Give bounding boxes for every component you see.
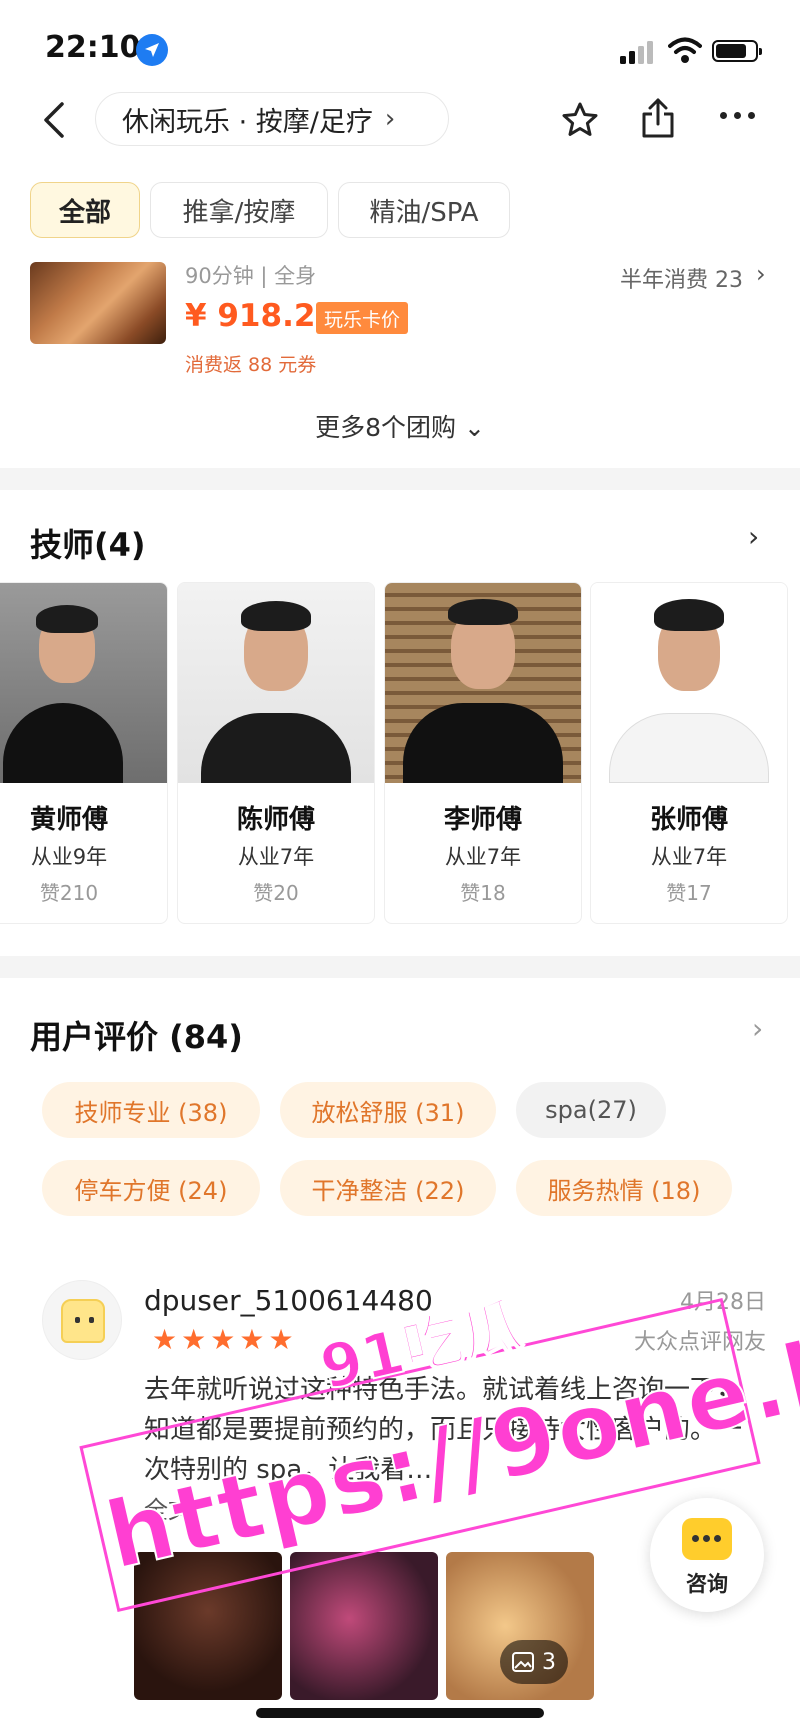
star-icon: ★ [268, 1323, 294, 1356]
chevron-right-icon[interactable]: › [752, 1012, 763, 1045]
technician-photo [178, 583, 374, 783]
share-button[interactable] [640, 96, 676, 144]
star-icon: ★ [210, 1323, 236, 1356]
technicians-title: 技师(4) [30, 526, 146, 564]
full-text-link[interactable]: 全文 [144, 1490, 192, 1525]
star-icon: ★ [239, 1323, 265, 1356]
review-photo[interactable] [290, 1552, 438, 1700]
consult-label: 咨询 [686, 1572, 728, 1596]
deal-price: ¥ 918.2 [185, 298, 316, 334]
technician-photo [0, 583, 167, 783]
star-icon: ★ [152, 1323, 178, 1356]
review-tag[interactable]: 干净整洁 (22) [280, 1160, 496, 1216]
technician-experience: 从业7年 [444, 845, 522, 869]
more-deals-button[interactable]: 更多8个团购 ⌄ [0, 408, 800, 444]
technician-card[interactable]: 张师傅 从业7年 赞17 [590, 582, 788, 924]
technician-photo [385, 583, 581, 783]
technician-likes: 赞17 [666, 881, 712, 905]
category-breadcrumb[interactable]: 休闲玩乐 · 按摩/足疗 › [95, 92, 449, 146]
review-tag[interactable]: 服务热情 (18) [516, 1160, 732, 1216]
photo-count-badge: 3 [500, 1640, 568, 1684]
location-icon [136, 34, 168, 66]
price-badge: 玩乐卡价 [316, 302, 409, 334]
battery-icon [712, 40, 762, 62]
section-divider [0, 468, 800, 490]
technician-name: 张师傅 [649, 805, 728, 835]
tab-spa[interactable]: 精油/SPA [338, 182, 510, 238]
breadcrumb-text: 休闲玩乐 · 按摩/足疗 [122, 106, 373, 138]
screen: { "status_bar": { "time": "22:10" }, "na… [0, 0, 800, 1733]
section-divider [0, 956, 800, 978]
deal-consumption-count: 半年消费 23 [620, 268, 743, 293]
tab-massage[interactable]: 推拿/按摩 [150, 182, 328, 238]
technician-name: 黄师傅 [29, 805, 108, 835]
chevron-right-icon[interactable]: › [748, 520, 759, 553]
chevron-left-icon [44, 102, 64, 138]
technician-card[interactable]: 陈师傅 从业7年 赞20 [177, 582, 375, 924]
review-source: 大众点评网友 [633, 1330, 766, 1355]
technician-name: 李师傅 [443, 805, 522, 835]
technician-photo [591, 583, 787, 783]
chat-bubble-icon [682, 1518, 732, 1560]
technician-experience: 从业9年 [30, 845, 108, 869]
review-tag[interactable]: 放松舒服 (31) [280, 1082, 496, 1138]
wifi-icon [668, 36, 702, 68]
reviews-title: 用户评价 (84) [30, 1018, 243, 1056]
technician-card[interactable]: 黄师傅 从业9年 赞210 [0, 582, 168, 924]
star-icon: ★ [181, 1323, 207, 1356]
deal-thumbnail[interactable] [30, 262, 166, 344]
rating-stars: ★ ★ ★ ★ ★ [152, 1326, 294, 1354]
review-text: 去年就听说过这种特色手法。就试着线上咨询一下，知道都是要提前预约的，而且只接待女… [144, 1375, 743, 1485]
favorite-button[interactable] [560, 100, 600, 144]
tab-all[interactable]: 全部 [30, 182, 140, 238]
share-icon [642, 98, 674, 138]
chevron-right-icon: › [384, 104, 396, 134]
technician-card[interactable]: 李师傅 从业7年 赞18 [384, 582, 582, 924]
technician-likes: 赞20 [253, 881, 299, 905]
star-icon [562, 102, 598, 136]
bread-avatar-icon [61, 1299, 105, 1343]
technician-experience: 从业7年 [650, 845, 728, 869]
coupon-text: 消费返 88 元券 [185, 354, 317, 376]
review-tag[interactable]: 技师专业 (38) [42, 1082, 260, 1138]
review-tag[interactable]: spa(27) [516, 1082, 666, 1138]
image-icon [512, 1652, 534, 1672]
avatar[interactable] [42, 1280, 122, 1360]
technician-likes: 赞18 [460, 881, 506, 905]
home-indicator[interactable] [256, 1708, 544, 1718]
cellular-signal-icon [618, 40, 658, 64]
technician-name: 陈师傅 [236, 805, 315, 835]
back-button[interactable] [36, 98, 76, 142]
consult-button[interactable]: 咨询 [650, 1498, 764, 1612]
more-options-button[interactable] [720, 112, 755, 119]
photo-count: 3 [542, 1649, 556, 1675]
deal-subtitle: 90分钟 | 全身 [185, 264, 317, 288]
status-time: 22:10 [45, 30, 141, 65]
review-photo[interactable] [134, 1552, 282, 1700]
reviewer-name[interactable]: dpuser_5100614480 [144, 1284, 433, 1317]
chevron-right-icon[interactable]: › [756, 260, 766, 288]
review-date: 4月28日 [680, 1290, 766, 1315]
review-tag[interactable]: 停车方便 (24) [42, 1160, 260, 1216]
technician-likes: 赞210 [39, 881, 99, 905]
technician-experience: 从业7年 [237, 845, 315, 869]
